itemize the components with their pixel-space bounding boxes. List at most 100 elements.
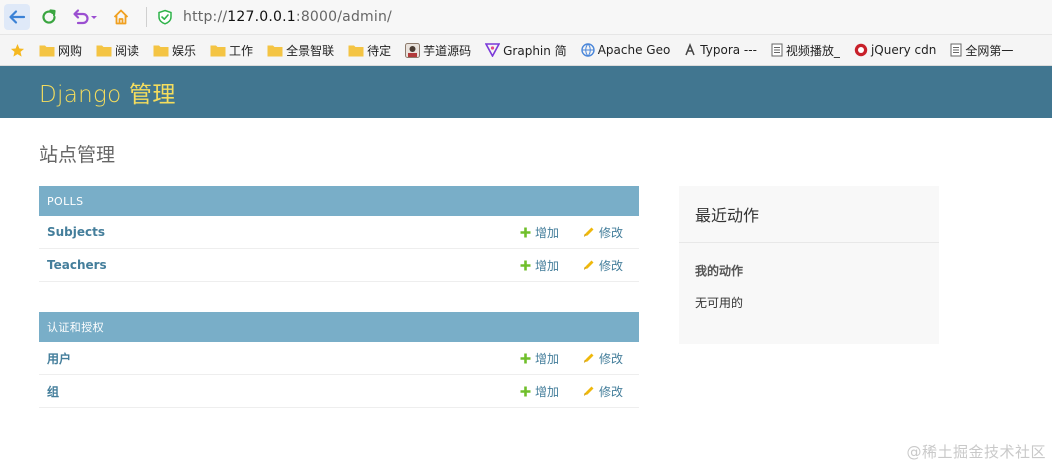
bookmark-label: 工作: [229, 43, 254, 58]
plus-icon: [520, 260, 531, 271]
site-brand[interactable]: Django 管理: [39, 75, 176, 109]
bookmark-item[interactable]: 工作: [210, 42, 253, 59]
folder-icon: [39, 44, 55, 57]
pencil-icon: [583, 385, 595, 397]
back-arrow-icon: [9, 10, 26, 24]
bookmark-item[interactable]: 全网第一: [950, 42, 1013, 59]
jquery-icon: [854, 43, 868, 57]
add-label: 增加: [534, 225, 559, 240]
plus-icon: [520, 227, 531, 238]
add-link[interactable]: 增加: [520, 224, 559, 241]
bookmark-item[interactable]: Apache Geo: [580, 43, 671, 57]
model-link[interactable]: Teachers: [47, 258, 107, 272]
back-button[interactable]: [4, 4, 30, 30]
browser-toolbar: http://127.0.0.1:8000/admin/: [0, 0, 1052, 35]
address-bar[interactable]: http://127.0.0.1:8000/admin/: [157, 4, 392, 30]
add-label: 增加: [534, 351, 559, 366]
bookmark-item[interactable]: 网购: [39, 42, 82, 59]
toolbar-separator: [146, 7, 147, 27]
plus-icon: [520, 386, 531, 397]
add-link[interactable]: 增加: [520, 350, 559, 367]
folder-icon: [210, 44, 226, 57]
pencil-icon: [583, 226, 595, 238]
table-row: 组 增加 修改: [39, 375, 639, 408]
bookmark-label: 全景智联: [286, 43, 335, 58]
change-label: 修改: [598, 258, 623, 273]
page-title: 站点管理: [39, 144, 116, 166]
change-link[interactable]: 修改: [583, 224, 623, 241]
bookmark-star[interactable]: [10, 43, 25, 58]
table-row: 用户 增加 修改: [39, 342, 639, 375]
folder-icon: [153, 44, 169, 57]
bookmark-label: 网购: [58, 43, 83, 58]
security-shield-icon: [158, 9, 172, 25]
add-link[interactable]: 增加: [520, 257, 559, 274]
star-icon: [10, 43, 25, 57]
home-button[interactable]: [108, 4, 134, 30]
app-module-polls: POLLS Subjects 增加 修改 Teachers 增加 修改: [39, 186, 639, 282]
url-scheme: http://: [183, 9, 228, 25]
bookmark-item[interactable]: 待定: [348, 42, 391, 59]
bookmark-label: 视频播放_: [785, 43, 840, 58]
bookmark-label: jQuery cdn: [870, 43, 937, 57]
change-link[interactable]: 修改: [583, 383, 623, 400]
home-icon: [113, 9, 129, 25]
plus-icon: [520, 353, 531, 364]
bookmark-label: 待定: [367, 43, 392, 58]
undo-icon: [73, 9, 97, 25]
bookmark-item[interactable]: Typora ---: [684, 43, 757, 57]
page-icon: [950, 43, 962, 57]
model-link[interactable]: 用户: [47, 350, 71, 367]
module-caption[interactable]: POLLS: [39, 186, 639, 216]
bookmark-item[interactable]: 阅读: [96, 42, 139, 59]
folder-icon: [267, 44, 283, 57]
avatar-icon: [405, 42, 421, 58]
graphin-icon: [485, 43, 501, 57]
undo-button[interactable]: [68, 4, 102, 30]
site-header: Django 管理: [0, 66, 1052, 118]
bookmark-item[interactable]: 视频播放_: [771, 42, 840, 59]
bookmarks-bar: 网购 阅读 娱乐 工作 全景智联 待定 芋道源码 Graphin 简 Apach…: [0, 35, 1052, 66]
change-link[interactable]: 修改: [583, 350, 623, 367]
folder-icon: [96, 44, 112, 57]
row-actions: 增加 修改: [520, 249, 623, 281]
bookmark-label: Graphin 简: [503, 43, 567, 58]
bookmark-item[interactable]: jQuery cdn: [854, 43, 936, 57]
add-link[interactable]: 增加: [520, 383, 559, 400]
globe-icon: [580, 43, 595, 57]
bookmark-item[interactable]: Graphin 简: [485, 42, 567, 59]
add-label: 增加: [534, 258, 559, 273]
reload-button[interactable]: [36, 4, 62, 30]
pencil-icon: [583, 352, 595, 364]
table-row: Subjects 增加 修改: [39, 216, 639, 249]
model-link[interactable]: 组: [47, 383, 59, 400]
module-caption[interactable]: 认证和授权: [39, 312, 639, 342]
bookmark-label: 芋道源码: [423, 43, 472, 58]
watermark: @稀土掘金技术社区: [906, 443, 1046, 461]
row-actions: 增加 修改: [520, 216, 623, 248]
change-link[interactable]: 修改: [583, 257, 623, 274]
change-label: 修改: [598, 225, 623, 240]
bookmark-label: Apache Geo: [597, 43, 671, 57]
row-actions: 增加 修改: [520, 375, 623, 407]
bookmark-label: 全网第一: [965, 43, 1014, 58]
bookmark-label: 阅读: [115, 43, 140, 58]
url-host: 127.0.0.1: [227, 9, 296, 25]
change-label: 修改: [598, 384, 623, 399]
model-link[interactable]: Subjects: [47, 225, 105, 239]
bookmark-label: Typora ---: [700, 43, 757, 57]
my-actions-heading: 我的动作: [695, 264, 744, 278]
recent-actions-panel: 最近动作 我的动作 无可用的: [679, 186, 939, 344]
row-actions: 增加 修改: [520, 342, 623, 374]
url-path: :8000/admin/: [295, 9, 392, 25]
typora-icon: [684, 43, 697, 57]
bookmark-item[interactable]: 芋道源码: [405, 42, 471, 59]
table-row: Teachers 增加 修改: [39, 249, 639, 282]
change-label: 修改: [598, 351, 623, 366]
page-icon: [771, 43, 783, 57]
url-text: http://127.0.0.1:8000/admin/: [183, 9, 392, 25]
bookmark-item[interactable]: 全景智联: [267, 42, 334, 59]
recent-actions-title: 最近动作: [679, 186, 939, 243]
folder-icon: [348, 44, 364, 57]
bookmark-item[interactable]: 娱乐: [153, 42, 196, 59]
